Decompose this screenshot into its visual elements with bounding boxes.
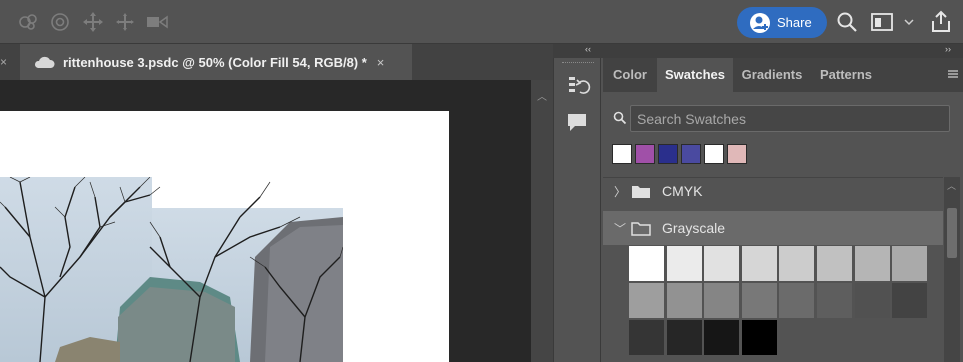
share-button[interactable]: Share — [737, 7, 827, 38]
grayscale-swatch[interactable] — [817, 246, 852, 281]
swatches-panel: Color Swatches Gradients Patterns 〉 CMYK… — [603, 58, 963, 362]
grayscale-swatch[interactable] — [629, 283, 664, 318]
recent-swatch[interactable] — [727, 144, 747, 164]
tab-swatches[interactable]: Swatches — [657, 58, 733, 92]
collapse-left-dock-icon[interactable]: ‹‹ — [585, 44, 591, 54]
swatch-group-name: Grayscale — [662, 220, 726, 236]
roll-3d-icon[interactable] — [48, 10, 72, 34]
grayscale-swatch[interactable] — [817, 283, 852, 318]
canvas-area[interactable] — [0, 80, 531, 362]
panel-menu-icon[interactable] — [947, 68, 959, 80]
folder-icon — [632, 186, 650, 198]
tab-patterns[interactable]: Patterns — [811, 58, 881, 92]
options-bar: Share — [0, 0, 963, 44]
collapse-right-dock-icon[interactable]: ›› — [945, 44, 951, 54]
document-tab-strip: × rittenhouse 3.psdc @ 50% (Color Fill 5… — [0, 44, 553, 80]
folder-open-icon — [631, 222, 651, 236]
search-swatches-icon — [613, 111, 627, 125]
photoshop-window: Share × rittenhouse 3.psdc @ 50% (Color … — [0, 0, 963, 362]
chevron-down-icon[interactable]: ﹀ — [613, 220, 627, 237]
scroll-up-icon[interactable]: ︿ — [537, 88, 547, 103]
grayscale-swatch[interactable] — [629, 246, 664, 281]
user-add-icon — [750, 12, 770, 33]
scroll-up-icon[interactable]: ︿ — [947, 179, 956, 192]
pan-3d-icon[interactable] — [81, 10, 105, 34]
swatch-group-grayscale[interactable]: ﹀ Grayscale — [603, 211, 943, 245]
grayscale-swatch[interactable] — [704, 246, 740, 281]
grayscale-swatch[interactable] — [629, 320, 664, 355]
grayscale-swatch[interactable] — [741, 283, 777, 318]
slide-3d-icon[interactable] — [113, 10, 137, 34]
recent-swatch[interactable] — [704, 144, 724, 164]
close-document-icon[interactable]: × — [377, 55, 385, 70]
scrollbar-thumb[interactable] — [947, 208, 957, 258]
search-swatches-field[interactable] — [630, 105, 950, 132]
grayscale-swatch[interactable] — [666, 246, 702, 281]
grayscale-swatch[interactable] — [666, 320, 702, 355]
chevron-down-icon[interactable] — [902, 10, 916, 34]
grayscale-swatch[interactable] — [892, 246, 928, 281]
tab-color[interactable]: Color — [603, 58, 657, 92]
search-icon[interactable] — [835, 10, 859, 34]
share-label: Share — [777, 15, 812, 30]
orbit-3d-icon[interactable] — [16, 10, 40, 34]
panel-scrollbar[interactable]: ︿ — [944, 177, 960, 362]
grayscale-swatch[interactable] — [854, 283, 890, 318]
grayscale-swatch[interactable] — [741, 320, 777, 355]
recent-swatch[interactable] — [681, 144, 701, 164]
grayscale-swatch[interactable] — [779, 246, 815, 281]
comments-icon[interactable] — [564, 109, 592, 137]
dock-grip[interactable] — [562, 62, 594, 66]
grayscale-swatch[interactable] — [892, 283, 928, 318]
recent-swatch[interactable] — [658, 144, 678, 164]
panel-dock-header: ‹‹ ›› — [553, 44, 963, 58]
grayscale-swatch[interactable] — [779, 283, 815, 318]
previous-tab-close-icon[interactable]: × — [0, 44, 14, 80]
history-mini-dock — [553, 58, 601, 362]
search-swatches-input[interactable] — [631, 106, 949, 131]
grayscale-swatch[interactable] — [741, 246, 777, 281]
history-icon[interactable] — [564, 72, 592, 100]
document-tab[interactable]: rittenhouse 3.psdc @ 50% (Color Fill 54,… — [20, 44, 412, 80]
recent-swatch[interactable] — [635, 144, 655, 164]
document-title: rittenhouse 3.psdc @ 50% (Color Fill 54,… — [63, 54, 367, 70]
tab-gradients[interactable]: Gradients — [733, 58, 811, 92]
export-icon[interactable] — [929, 10, 953, 34]
cloud-document-icon — [34, 56, 55, 68]
canvas-vertical-scrollbar[interactable]: ︿ — [531, 80, 553, 362]
photo-layer[interactable] — [0, 177, 343, 362]
grayscale-swatch[interactable] — [704, 283, 740, 318]
grayscale-swatch[interactable] — [666, 283, 702, 318]
grayscale-swatch[interactable] — [854, 246, 890, 281]
chevron-right-icon[interactable]: 〉 — [613, 183, 627, 200]
panel-tab-bar: Color Swatches Gradients Patterns — [603, 58, 963, 92]
workspace-icon[interactable] — [870, 10, 894, 34]
recent-swatch[interactable] — [612, 144, 632, 164]
swatch-group-cmyk[interactable]: 〉 CMYK — [603, 174, 943, 208]
grayscale-swatch[interactable] — [704, 320, 740, 355]
scale-3d-video-icon[interactable] — [145, 10, 169, 34]
swatch-group-name: CMYK — [662, 183, 703, 199]
